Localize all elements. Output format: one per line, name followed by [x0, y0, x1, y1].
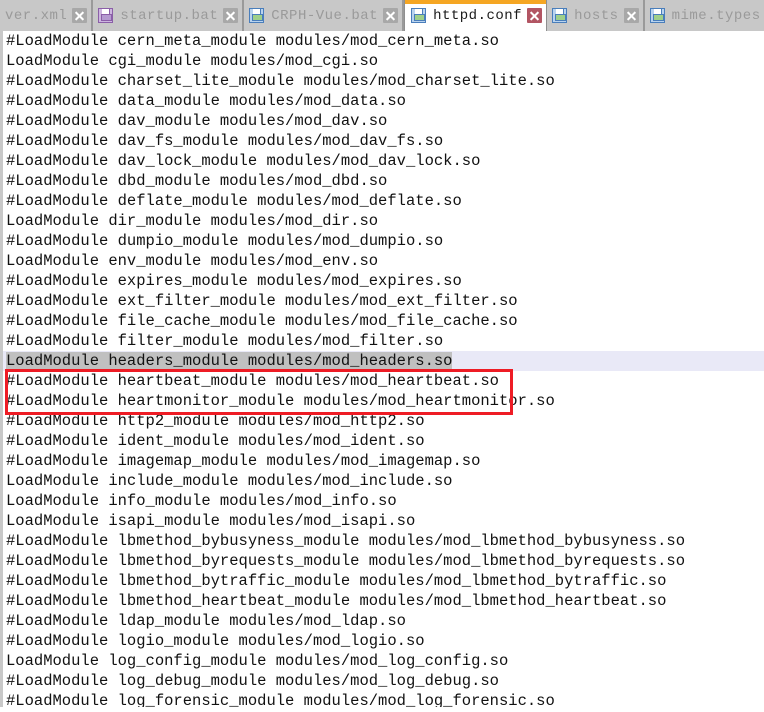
tab-bar[interactable]: ver.xml startup.bat CRPH-Vue.bat httpd.conf…	[0, 0, 764, 31]
code-line-text: #LoadModule lbmethod_byrequests_module m…	[6, 552, 686, 570]
code-line[interactable]: LoadModule env_module modules/mod_env.so	[3, 251, 764, 271]
code-line[interactable]: #LoadModule lbmethod_byrequests_module m…	[3, 551, 764, 571]
floppy-disk-icon	[98, 8, 114, 23]
code-line-text: LoadModule cgi_module modules/mod_cgi.so	[6, 52, 379, 70]
code-line-text: LoadModule info_module modules/mod_info.…	[6, 492, 397, 510]
code-line[interactable]: #LoadModule deflate_module modules/mod_d…	[3, 191, 764, 211]
code-line-text: #LoadModule heartmonitor_module modules/…	[6, 392, 555, 410]
code-line-text: #LoadModule ext_filter_module modules/mo…	[6, 292, 518, 310]
code-line-text: #LoadModule http2_module modules/mod_htt…	[6, 412, 425, 430]
code-line-text: LoadModule env_module modules/mod_env.so	[6, 252, 379, 270]
code-line[interactable]: LoadModule cgi_module modules/mod_cgi.so	[3, 51, 764, 71]
code-line-text: LoadModule isapi_module modules/mod_isap…	[6, 512, 416, 530]
tab-crph-vue-bat[interactable]: CRPH-Vue.bat	[244, 0, 405, 31]
code-line-text: #LoadModule lbmethod_bytraffic_module mo…	[6, 572, 667, 590]
code-line[interactable]: #LoadModule ext_filter_module modules/mo…	[3, 291, 764, 311]
code-line-text: #LoadModule logio_module modules/mod_log…	[6, 632, 425, 650]
code-line[interactable]: #LoadModule lbmethod_heartbeat_module mo…	[3, 591, 764, 611]
code-line-text: #LoadModule deflate_module modules/mod_d…	[6, 192, 462, 210]
code-line[interactable]: #LoadModule dbd_module modules/mod_dbd.s…	[3, 171, 764, 191]
code-line[interactable]: #LoadModule dav_fs_module modules/mod_da…	[3, 131, 764, 151]
code-line-text: LoadModule dir_module modules/mod_dir.so	[6, 212, 379, 230]
floppy-disk-icon	[649, 8, 665, 23]
code-line-text: #LoadModule imagemap_module modules/mod_…	[6, 452, 481, 470]
code-line-text: #LoadModule dav_lock_module modules/mod_…	[6, 152, 481, 170]
code-line-text: #LoadModule expires_module modules/mod_e…	[6, 272, 462, 290]
code-line[interactable]: #LoadModule dav_module modules/mod_dav.s…	[3, 111, 764, 131]
code-line-text: #LoadModule dbd_module modules/mod_dbd.s…	[6, 172, 388, 190]
code-line-text: #LoadModule file_cache_module modules/mo…	[6, 312, 518, 330]
code-line-text: #LoadModule dumpio_module modules/mod_du…	[6, 232, 444, 250]
code-line[interactable]: #LoadModule data_module modules/mod_data…	[3, 91, 764, 111]
code-line-text: #LoadModule lbmethod_bybusyness_module m…	[6, 532, 686, 550]
code-line[interactable]: #LoadModule heartmonitor_module modules/…	[3, 391, 764, 411]
code-line[interactable]: #LoadModule lbmethod_bybusyness_module m…	[3, 531, 764, 551]
code-line-text: #LoadModule ident_module modules/mod_ide…	[6, 432, 425, 450]
close-icon[interactable]	[383, 8, 399, 23]
tab-startup-bat[interactable]: startup.bat	[93, 0, 245, 31]
tab-label: hosts	[574, 7, 619, 24]
active-tab-accent-bar	[405, 0, 547, 4]
floppy-disk-icon	[249, 8, 265, 23]
close-icon[interactable]	[623, 8, 639, 23]
close-icon[interactable]	[527, 8, 543, 23]
code-line[interactable]: #LoadModule lbmethod_bytraffic_module mo…	[3, 571, 764, 591]
code-line-text: #LoadModule dav_module modules/mod_dav.s…	[6, 112, 388, 130]
code-line[interactable]: #LoadModule logio_module modules/mod_log…	[3, 631, 764, 651]
code-line[interactable]: #LoadModule http2_module modules/mod_htt…	[3, 411, 764, 431]
code-line[interactable]: #LoadModule dumpio_module modules/mod_du…	[3, 231, 764, 251]
tab-label: startup.bat	[120, 7, 219, 24]
code-line-text: #LoadModule heartbeat_module modules/mod…	[6, 372, 499, 390]
code-line[interactable]: #LoadModule heartbeat_module modules/mod…	[3, 371, 764, 391]
code-line[interactable]: #LoadModule charset_lite_module modules/…	[3, 71, 764, 91]
code-line[interactable]: #LoadModule filter_module modules/mod_fi…	[3, 331, 764, 351]
tab-label: httpd.conf	[433, 7, 523, 24]
code-line[interactable]: LoadModule log_config_module modules/mod…	[3, 651, 764, 671]
code-line-text: LoadModule include_module modules/mod_in…	[6, 472, 453, 490]
code-line[interactable]: #LoadModule imagemap_module modules/mod_…	[3, 451, 764, 471]
close-icon[interactable]	[223, 8, 239, 23]
code-line[interactable]: LoadModule dir_module modules/mod_dir.so	[3, 211, 764, 231]
code-line[interactable]: LoadModule headers_module modules/mod_he…	[3, 351, 764, 371]
tab-label: ver.xml	[5, 7, 68, 24]
floppy-disk-icon	[552, 8, 568, 23]
code-line-text: #LoadModule lbmethod_heartbeat_module mo…	[6, 592, 667, 610]
code-line[interactable]: #LoadModule file_cache_module modules/mo…	[3, 311, 764, 331]
code-line[interactable]: #LoadModule ldap_module modules/mod_ldap…	[3, 611, 764, 631]
code-line-text: #LoadModule cern_meta_module modules/mod…	[6, 32, 499, 50]
code-line[interactable]: LoadModule info_module modules/mod_info.…	[3, 491, 764, 511]
code-line-text: #LoadModule log_forensic_module modules/…	[6, 692, 555, 707]
code-line[interactable]: #LoadModule log_forensic_module modules/…	[3, 691, 764, 707]
code-line-text: #LoadModule ldap_module modules/mod_ldap…	[6, 612, 406, 630]
code-line-text: #LoadModule log_debug_module modules/mod…	[6, 672, 499, 690]
close-icon[interactable]	[72, 8, 88, 23]
tab-label: mime.types	[671, 7, 761, 24]
code-line-text: #LoadModule data_module modules/mod_data…	[6, 92, 406, 110]
code-line[interactable]: #LoadModule log_debug_module modules/mod…	[3, 671, 764, 691]
tab-hosts[interactable]: hosts	[547, 0, 645, 31]
code-line[interactable]: LoadModule isapi_module modules/mod_isap…	[3, 511, 764, 531]
code-line[interactable]: #LoadModule expires_module modules/mod_e…	[3, 271, 764, 291]
code-line[interactable]: #LoadModule dav_lock_module modules/mod_…	[3, 151, 764, 171]
code-editor[interactable]: #LoadModule cern_meta_module modules/mod…	[0, 31, 764, 707]
code-line-text: LoadModule log_config_module modules/mod…	[6, 652, 509, 670]
code-line-text: #LoadModule dav_fs_module modules/mod_da…	[6, 132, 444, 150]
code-line[interactable]: #LoadModule ident_module modules/mod_ide…	[3, 431, 764, 451]
tab-mime-types[interactable]: mime.types	[644, 0, 764, 31]
floppy-disk-icon	[411, 8, 427, 23]
code-line-text: #LoadModule filter_module modules/mod_fi…	[6, 332, 444, 350]
tab-label: CRPH-Vue.bat	[271, 7, 379, 24]
selected-text[interactable]: LoadModule headers_module modules/mod_he…	[6, 352, 453, 370]
code-line-text: #LoadModule charset_lite_module modules/…	[6, 72, 555, 90]
code-line[interactable]: #LoadModule cern_meta_module modules/mod…	[3, 31, 764, 51]
code-line[interactable]: LoadModule include_module modules/mod_in…	[3, 471, 764, 491]
tab-httpd-conf[interactable]: httpd.conf	[404, 0, 548, 31]
tab-ver-xml[interactable]: ver.xml	[0, 0, 94, 31]
code-content[interactable]: #LoadModule cern_meta_module modules/mod…	[3, 31, 764, 707]
